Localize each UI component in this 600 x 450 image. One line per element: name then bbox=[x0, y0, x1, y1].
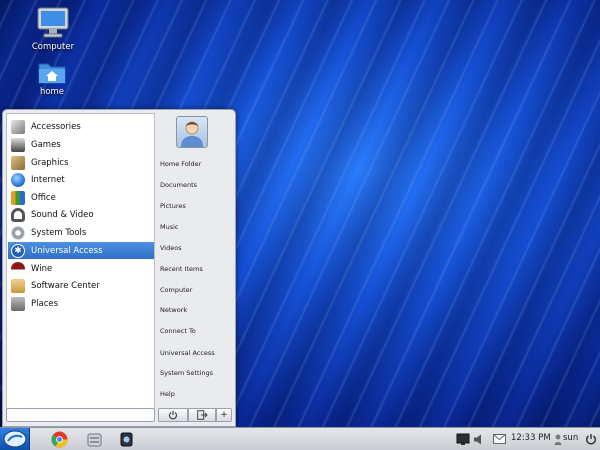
category-places[interactable]: Places bbox=[8, 295, 154, 312]
category-software-center[interactable]: Software Center bbox=[8, 277, 154, 294]
username-label[interactable]: sun bbox=[563, 433, 578, 443]
taskbar: 12:33 PM sun bbox=[0, 427, 600, 450]
volume-icon[interactable] bbox=[473, 433, 485, 446]
place-music[interactable]: Music bbox=[158, 220, 233, 234]
file-manager-icon[interactable] bbox=[86, 431, 103, 448]
category-system-tools[interactable]: System Tools bbox=[8, 224, 154, 241]
clock[interactable]: 12:33 PM bbox=[511, 433, 551, 443]
logout-icon bbox=[196, 410, 208, 420]
user-avatar[interactable] bbox=[176, 116, 208, 148]
category-label: Places bbox=[31, 298, 59, 309]
accessories-icon bbox=[11, 119, 25, 134]
games-icon bbox=[11, 137, 25, 152]
system-tools-icon bbox=[11, 225, 25, 240]
category-label: Universal Access bbox=[31, 245, 103, 256]
category-office[interactable]: Office bbox=[8, 189, 154, 206]
office-icon bbox=[11, 190, 25, 205]
category-internet[interactable]: Internet bbox=[8, 171, 154, 188]
category-label: Accessories bbox=[31, 121, 81, 132]
user-status-icon bbox=[554, 434, 562, 445]
places-icon bbox=[11, 296, 25, 311]
universal-access-icon: ✱ bbox=[11, 243, 25, 258]
place-home-folder[interactable]: Home Folder bbox=[158, 157, 233, 171]
headphones-icon bbox=[11, 207, 25, 222]
place-connect-to[interactable]: Connect To bbox=[158, 324, 233, 338]
place-help[interactable]: Help bbox=[158, 387, 233, 401]
desktop-icon-label: home bbox=[39, 87, 65, 97]
desktop-icon-home[interactable]: home bbox=[22, 59, 82, 97]
place-universal-access[interactable]: Universal Access bbox=[158, 346, 233, 360]
category-label: Graphics bbox=[31, 157, 69, 168]
desktop-icon-computer[interactable]: Computer bbox=[23, 6, 83, 52]
category-sound-video[interactable]: Sound & Video bbox=[8, 206, 154, 223]
user-icon bbox=[181, 121, 203, 147]
graphics-icon bbox=[11, 155, 25, 170]
power-menu-icon[interactable] bbox=[585, 433, 597, 445]
mail-icon[interactable] bbox=[493, 434, 506, 444]
place-documents[interactable]: Documents bbox=[158, 178, 233, 192]
place-system-settings[interactable]: System Settings bbox=[158, 366, 233, 380]
logout-button[interactable] bbox=[188, 408, 216, 422]
category-wine[interactable]: Wine bbox=[8, 260, 154, 277]
display-icon[interactable] bbox=[456, 433, 470, 446]
computer-icon bbox=[37, 7, 69, 38]
start-menu-icon bbox=[3, 430, 27, 448]
power-icon bbox=[168, 410, 178, 420]
search-input[interactable] bbox=[6, 408, 155, 422]
category-label: Wine bbox=[31, 263, 53, 274]
place-network[interactable]: Network bbox=[158, 303, 233, 317]
place-recent-items[interactable]: Recent Items bbox=[158, 262, 233, 276]
category-graphics[interactable]: Graphics bbox=[8, 154, 154, 171]
category-label: Software Center bbox=[31, 280, 100, 291]
category-universal-access[interactable]: ✱ Universal Access bbox=[8, 242, 154, 259]
category-accessories[interactable]: Accessories bbox=[8, 118, 154, 135]
software-center-icon bbox=[11, 278, 25, 293]
place-pictures[interactable]: Pictures bbox=[158, 199, 233, 213]
home-folder-icon bbox=[38, 63, 66, 84]
category-label: Sound & Video bbox=[31, 209, 94, 220]
internet-icon bbox=[11, 172, 25, 187]
category-label: System Tools bbox=[31, 227, 87, 238]
shutdown-button[interactable] bbox=[158, 408, 188, 422]
chrome-icon[interactable] bbox=[51, 431, 68, 448]
category-games[interactable]: Games bbox=[8, 136, 154, 153]
place-videos[interactable]: Videos bbox=[158, 241, 233, 255]
place-computer[interactable]: Computer bbox=[158, 283, 233, 297]
desktop-icon-label: Computer bbox=[31, 42, 75, 52]
start-button[interactable] bbox=[0, 428, 30, 450]
category-label: Games bbox=[31, 139, 61, 150]
category-list: Accessories Games Graphics Internet Offi… bbox=[6, 113, 155, 412]
start-menu: Accessories Games Graphics Internet Offi… bbox=[2, 109, 236, 427]
add-button[interactable]: + bbox=[216, 408, 232, 422]
media-player-icon[interactable] bbox=[118, 431, 135, 448]
wine-icon bbox=[11, 261, 25, 276]
category-label: Internet bbox=[31, 174, 65, 185]
category-label: Office bbox=[31, 192, 56, 203]
